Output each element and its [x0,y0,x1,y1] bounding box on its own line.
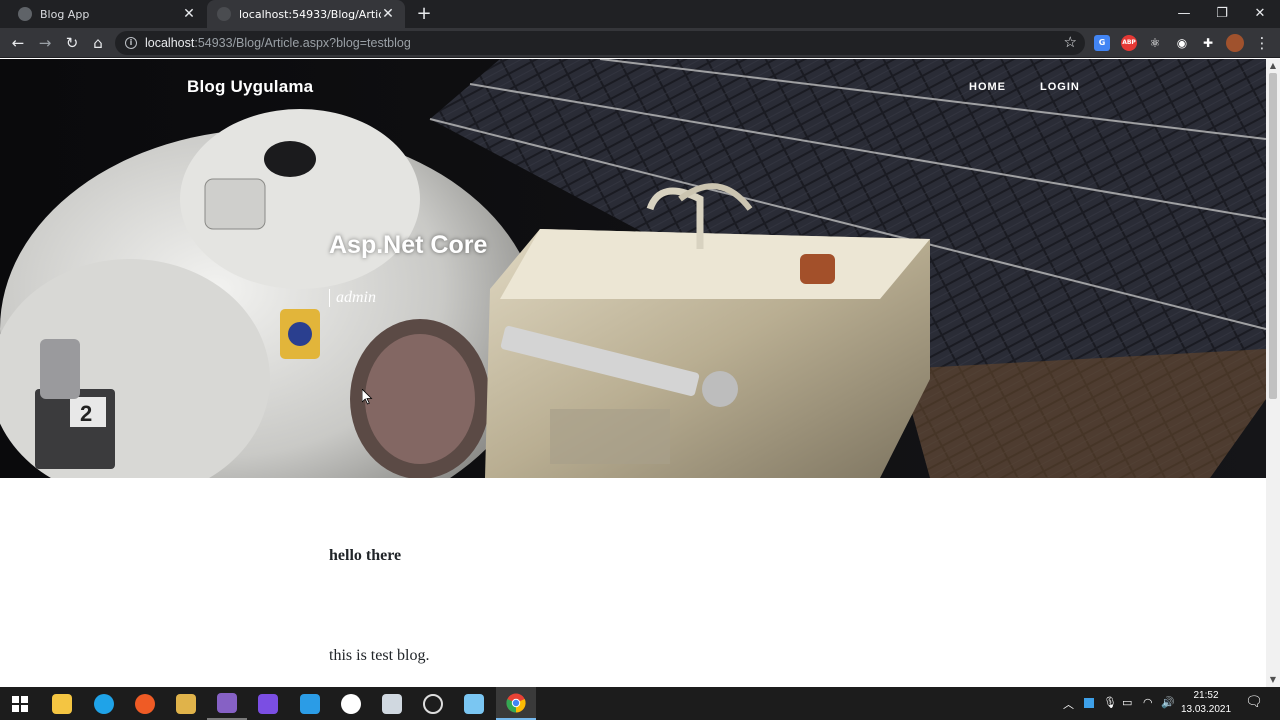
new-tab-button[interactable]: + [414,4,434,24]
info-icon[interactable]: i [125,37,137,49]
post-heading: hello there [329,547,402,564]
globe-icon [217,7,231,21]
clock-date: 13.03.2021 [1180,704,1232,715]
windows-taskbar: ︿ 🎙 ▭ ◠ 🔊 21:52 13.03.2021 🗨 [0,687,1280,720]
volume-icon[interactable]: 🔊 [1161,696,1175,709]
tab-strip: Blog App ✕ localhost:54933/Blog/Article.… [0,0,1280,28]
db-tool-icon[interactable] [166,687,206,720]
node-app-icon[interactable] [331,687,371,720]
close-window-button[interactable]: ✕ [1241,0,1279,28]
visual-studio-2-icon[interactable] [248,687,288,720]
extensions-puzzle-icon[interactable]: ✚ [1200,35,1216,51]
close-icon[interactable]: ✕ [381,6,395,22]
tray-app-icon[interactable] [1084,698,1094,708]
tab-title: Blog App [40,7,90,21]
nav-home[interactable]: HOME [969,81,1006,93]
postman-icon[interactable] [125,687,165,720]
address-bar[interactable]: i localhost:54933/Blog/Article.aspx?blog… [115,31,1085,55]
visual-studio-icon[interactable] [207,687,247,720]
tab-article[interactable]: localhost:54933/Blog/Article.aspx ✕ [207,0,405,28]
site-brand[interactable]: Blog Uygulama [187,77,313,97]
page-scrollbar[interactable]: ▲ ▼ [1266,59,1280,687]
avatar[interactable] [1226,34,1244,52]
mouse-cursor-icon [362,389,373,405]
chrome-icon[interactable] [496,687,536,720]
bookmark-star-icon[interactable]: ☆ [1064,33,1077,51]
adblock-icon[interactable]: ABP [1121,35,1137,51]
post-title: Asp.Net Core [329,231,488,259]
forward-arrow-icon[interactable]: → [35,33,55,53]
close-icon[interactable]: ✕ [182,6,196,22]
notepad-icon[interactable] [454,687,494,720]
nav-login[interactable]: LOGIN [1040,81,1080,93]
start-icon[interactable] [0,687,40,720]
menu-kebab-icon[interactable]: ⋮ [1252,33,1272,53]
translate-icon[interactable]: G [1094,35,1110,51]
circle-extension-icon[interactable]: ◉ [1174,35,1190,51]
hero-background-image: 2 [0,59,1266,478]
scroll-up-icon[interactable]: ▲ [1266,59,1280,73]
page-viewport: 2 Blog Uygulama HOME LOGIN Asp.Net Core … [0,59,1266,687]
hero-header: 2 Blog Uygulama HOME LOGIN Asp.Net Core … [0,59,1266,478]
post-author: admin [329,289,376,307]
github-desktop-icon[interactable] [413,687,453,720]
url-text: localhost:54933/Blog/Article.aspx?blog=t… [145,36,411,50]
react-devtools-icon[interactable]: ⚛ [1147,35,1163,51]
tab-title: localhost:54933/Blog/Article.aspx [239,7,381,21]
scroll-down-icon[interactable]: ▼ [1266,673,1280,687]
back-arrow-icon[interactable]: ← [8,33,28,53]
svg-text:2: 2 [80,401,92,426]
reload-icon[interactable]: ↻ [62,33,82,53]
wifi-icon[interactable]: ◠ [1143,696,1153,709]
home-icon[interactable]: ⌂ [88,33,108,53]
taskbar-clock[interactable]: 21:52 13.03.2021 [1178,689,1234,717]
post-text: this is test blog. [329,647,430,664]
globe-icon [18,7,32,21]
browser-toolbar: ← → ↻ ⌂ i localhost:54933/Blog/Article.a… [0,28,1280,58]
scroll-thumb[interactable] [1269,73,1277,399]
tray-chevron-up-icon[interactable]: ︿ [1063,696,1074,712]
minimize-button[interactable]: — [1165,0,1203,28]
edge-icon[interactable] [84,687,124,720]
vscode-icon[interactable] [290,687,330,720]
maximize-button[interactable]: ❐ [1203,0,1241,28]
clock-time: 21:52 [1193,690,1219,701]
tab-blog-app[interactable]: Blog App ✕ [8,0,206,28]
microphone-icon[interactable]: 🎙 [1103,696,1117,709]
notifications-icon[interactable]: 🗨 [1245,694,1263,710]
remote-desktop-icon[interactable] [372,687,412,720]
file-explorer-icon[interactable] [42,687,82,720]
battery-icon[interactable]: ▭ [1122,696,1132,709]
